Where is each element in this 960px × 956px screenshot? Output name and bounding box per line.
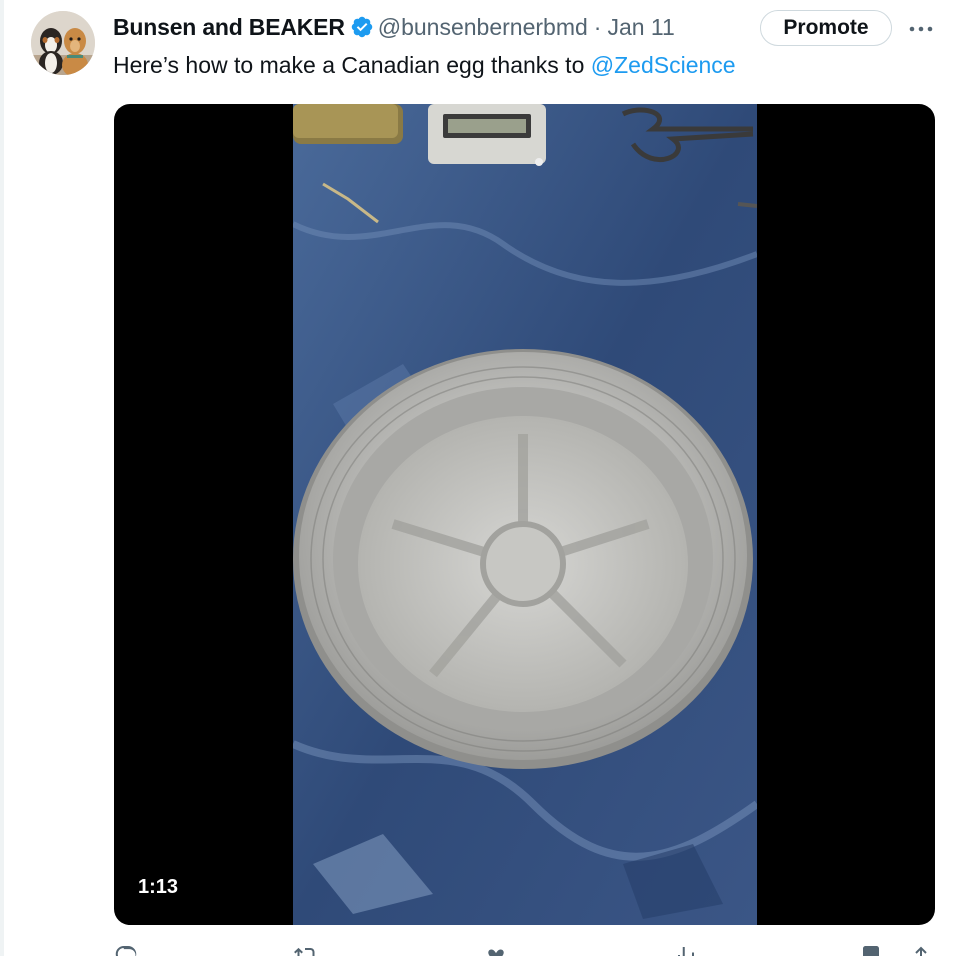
reply-button[interactable] — [114, 944, 144, 956]
avatar-photo — [31, 11, 95, 75]
tweet-actions — [114, 936, 935, 956]
mention-link[interactable]: @ZedScience — [591, 52, 736, 78]
share-button[interactable] — [909, 944, 939, 956]
bookmark-button[interactable] — [859, 944, 889, 956]
video-player[interactable]: 1:13 — [114, 104, 935, 925]
author-handle[interactable]: @bunsenbernerbmd — [378, 14, 588, 41]
like-button[interactable] — [484, 944, 514, 956]
tweet-header: Bunsen and BEAKER @bunsenbernerbmd · Jan… — [113, 12, 675, 42]
promote-button[interactable]: Promote — [760, 10, 892, 46]
heart-icon — [488, 949, 504, 956]
bookmark-icon — [863, 946, 879, 956]
author-avatar[interactable] — [31, 11, 95, 75]
share-icon — [915, 946, 927, 956]
views-button[interactable] — [674, 944, 704, 956]
timeline-border — [0, 0, 4, 956]
verified-badge-icon[interactable] — [350, 15, 374, 39]
reply-icon — [115, 946, 137, 956]
more-dots-icon — [909, 26, 933, 32]
views-icon — [678, 947, 694, 956]
tweet-text-body: Here’s how to make a Canadian egg thanks… — [113, 52, 591, 78]
retweet-icon — [294, 947, 315, 956]
video-frame — [293, 104, 757, 925]
video-duration: 1:13 — [138, 876, 179, 898]
retweet-button[interactable] — [294, 944, 324, 956]
tweet-date[interactable]: Jan 11 — [607, 14, 674, 41]
tweet-text: Here’s how to make a Canadian egg thanks… — [113, 52, 736, 79]
date-separator: · — [593, 13, 602, 40]
author-display-name[interactable]: Bunsen and BEAKER — [113, 14, 345, 41]
more-options-button[interactable] — [904, 16, 938, 42]
tweet-page: Bunsen and BEAKER @bunsenbernerbmd · Jan… — [0, 0, 960, 956]
